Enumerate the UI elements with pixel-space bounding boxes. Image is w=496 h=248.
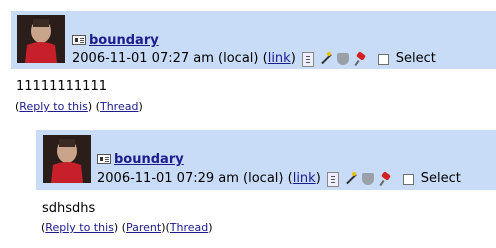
- userinfo-icon[interactable]: [72, 35, 86, 45]
- username-link[interactable]: boundary: [89, 33, 159, 49]
- reply-link[interactable]: Reply to this: [45, 221, 114, 234]
- permalink[interactable]: link: [293, 171, 316, 187]
- thread-link[interactable]: Thread: [100, 100, 138, 113]
- comment-body: 11111111111: [16, 79, 107, 94]
- shield-icon[interactable]: [361, 172, 375, 186]
- comment-date: 2006-11-01 07:27 am (local): [72, 51, 259, 66]
- username-link[interactable]: boundary: [114, 152, 184, 168]
- pushpin-icon[interactable]: [379, 172, 393, 186]
- magic-wand-icon[interactable]: [343, 172, 357, 186]
- comment-meta: 2006-11-01 07:27 am (local) (link) Selec…: [72, 51, 436, 67]
- userinfo-icon[interactable]: [97, 154, 111, 164]
- shield-icon[interactable]: [336, 52, 350, 66]
- comment-meta: 2006-11-01 07:29 am (local) (link) Selec…: [97, 171, 461, 187]
- avatar[interactable]: [17, 15, 65, 63]
- pushpin-icon[interactable]: [354, 52, 368, 66]
- expand-icon[interactable]: [326, 171, 339, 187]
- comment-actions: (Reply to this) (Parent)(Thread): [41, 221, 213, 234]
- thread-link[interactable]: Thread: [170, 221, 208, 234]
- reply-link[interactable]: Reply to this: [19, 100, 88, 113]
- expand-icon[interactable]: [301, 51, 314, 67]
- avatar[interactable]: [43, 135, 91, 183]
- comment-actions: (Reply to this) (Thread): [15, 100, 143, 113]
- permalink[interactable]: link: [268, 51, 291, 67]
- comment-body: sdhsdhs: [42, 201, 96, 216]
- parent-link[interactable]: Parent: [126, 221, 161, 234]
- select-label: Select: [420, 171, 461, 186]
- select-label: Select: [395, 51, 436, 66]
- magic-wand-icon[interactable]: [318, 52, 332, 66]
- select-checkbox[interactable]: [402, 173, 414, 185]
- select-checkbox[interactable]: [377, 53, 389, 65]
- comment-date: 2006-11-01 07:29 am (local): [97, 171, 284, 186]
